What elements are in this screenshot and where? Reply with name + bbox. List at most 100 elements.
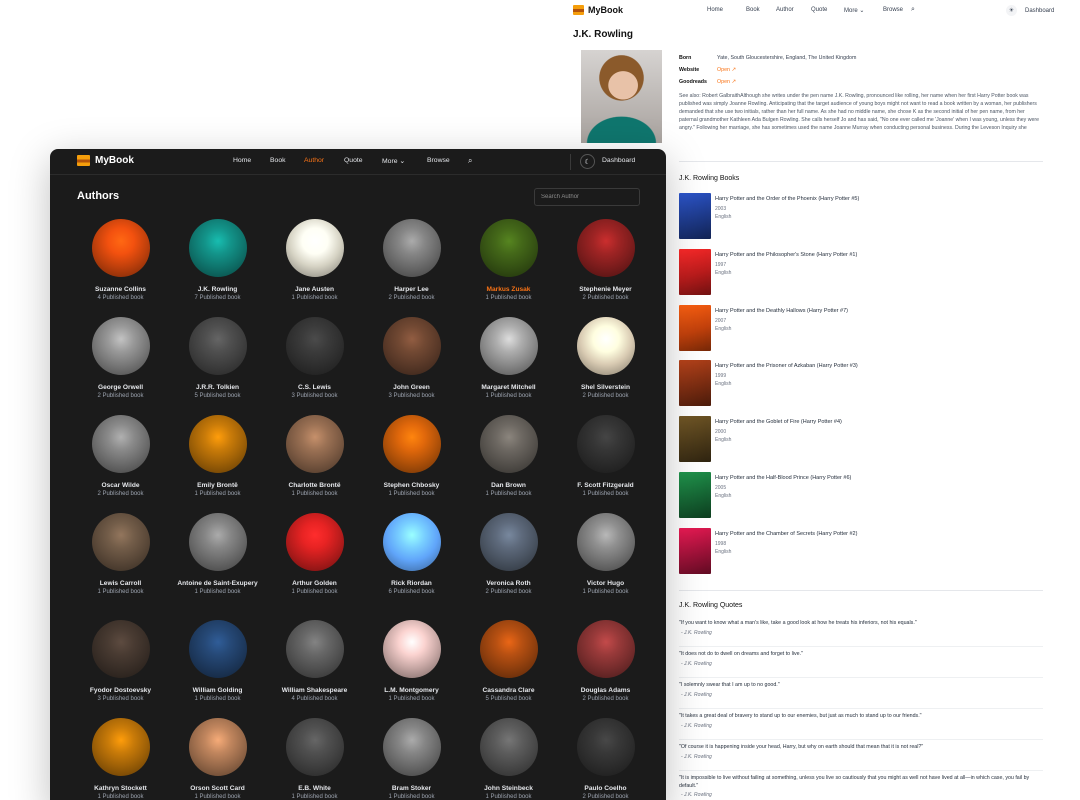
book-title[interactable]: Harry Potter and the Philosopher's Stone… (715, 252, 857, 258)
author-avatar[interactable] (382, 317, 441, 375)
author-name[interactable]: Emily Brontë (169, 481, 266, 490)
author-card[interactable]: William Golding 1 Published book (169, 620, 266, 702)
book-cover[interactable] (679, 248, 711, 295)
author-card[interactable]: Margaret Mitchell 1 Published book (460, 317, 557, 399)
author-card[interactable]: Markus Zusak 1 Published book (460, 219, 557, 301)
book-title[interactable]: Harry Potter and the Chamber of Secrets … (715, 531, 857, 537)
author-card[interactable]: John Steinbeck 1 Published book (460, 718, 557, 800)
author-name[interactable]: John Steinbeck (460, 784, 557, 793)
author-avatar[interactable] (576, 219, 635, 277)
author-name[interactable]: Oscar Wilde (72, 481, 169, 490)
book-cover[interactable] (679, 193, 711, 239)
book-cover[interactable] (679, 360, 711, 407)
author-card[interactable]: Victor Hugo 1 Published book (557, 513, 654, 595)
search-icon[interactable]: ⌕ (468, 156, 472, 166)
author-name[interactable]: Lewis Carroll (72, 579, 169, 588)
author-name[interactable]: C.S. Lewis (266, 383, 363, 392)
nav-browse[interactable]: Browse (883, 7, 913, 14)
nav-author[interactable]: Author (776, 7, 811, 14)
author-name[interactable]: William Golding (169, 686, 266, 695)
author-avatar[interactable] (188, 317, 247, 375)
author-avatar[interactable] (382, 219, 441, 277)
author-avatar[interactable] (285, 317, 344, 375)
author-avatar[interactable] (188, 219, 247, 277)
book-cover[interactable] (679, 416, 711, 463)
book-item[interactable]: Harry Potter and the Prisoner of Azkaban… (679, 360, 1039, 408)
author-avatar[interactable] (382, 415, 441, 473)
author-card[interactable]: Kathryn Stockett 1 Published book (72, 718, 169, 800)
author-name[interactable]: Margaret Mitchell (460, 383, 557, 392)
author-name[interactable]: Veronica Roth (460, 579, 557, 588)
author-name[interactable]: F. Scott Fitzgerald (557, 481, 654, 490)
author-name[interactable]: Stephen Chbosky (363, 481, 460, 490)
goodreads-link[interactable]: Open ↗ (717, 79, 736, 85)
book-title[interactable]: Harry Potter and the Deathly Hallows (Ha… (715, 308, 848, 314)
author-card[interactable]: J.R.R. Tolkien 5 Published book (169, 317, 266, 399)
author-name[interactable]: Douglas Adams (557, 686, 654, 695)
author-card[interactable]: William Shakespeare 4 Published book (266, 620, 363, 702)
author-name[interactable]: Bram Stoker (363, 784, 460, 793)
author-name[interactable]: Arthur Golden (266, 579, 363, 588)
book-item[interactable]: Harry Potter and the Chamber of Secrets … (679, 527, 1039, 576)
author-avatar[interactable] (479, 620, 538, 678)
author-name[interactable]: Orson Scott Card (169, 784, 266, 793)
author-card[interactable]: F. Scott Fitzgerald 1 Published book (557, 415, 654, 497)
author-avatar[interactable] (382, 513, 441, 571)
nav-more[interactable]: More ⌄ (844, 7, 883, 14)
author-card[interactable]: Lewis Carroll 1 Published book (72, 513, 169, 595)
author-card[interactable]: L.M. Montgomery 1 Published book (363, 620, 460, 702)
author-card[interactable]: John Green 3 Published book (363, 317, 460, 399)
author-card[interactable]: Orson Scott Card 1 Published book (169, 718, 266, 800)
author-name[interactable]: Kathryn Stockett (72, 784, 169, 793)
author-name[interactable]: Dan Brown (460, 481, 557, 490)
author-avatar[interactable] (91, 415, 150, 473)
author-avatar[interactable] (479, 415, 538, 473)
author-name[interactable]: Markus Zusak (460, 285, 557, 294)
author-name[interactable]: Jane Austen (266, 285, 363, 294)
author-card[interactable]: E.B. White 1 Published book (266, 718, 363, 800)
author-avatar[interactable] (188, 620, 247, 678)
author-avatar[interactable] (576, 620, 635, 678)
author-card[interactable]: Stephenie Meyer 2 Published book (557, 219, 654, 301)
author-avatar[interactable] (576, 415, 635, 473)
nav-author[interactable]: Author (304, 157, 324, 164)
author-name[interactable]: Shel Silverstein (557, 383, 654, 392)
author-card[interactable]: Shel Silverstein 2 Published book (557, 317, 654, 399)
author-avatar[interactable] (479, 513, 538, 571)
author-avatar[interactable] (91, 219, 150, 277)
search-author-input[interactable] (534, 188, 640, 206)
book-title[interactable]: Harry Potter and the Half-Blood Prince (… (715, 475, 851, 481)
author-name[interactable]: Stephenie Meyer (557, 285, 654, 294)
dashboard-link[interactable]: Dashboard (602, 157, 635, 164)
book-cover[interactable] (679, 304, 711, 351)
author-name[interactable]: Suzanne Collins (72, 285, 169, 294)
author-card[interactable]: Cassandra Clare 5 Published book (460, 620, 557, 702)
author-card[interactable]: Dan Brown 1 Published book (460, 415, 557, 497)
author-name[interactable]: Cassandra Clare (460, 686, 557, 695)
author-name[interactable]: Victor Hugo (557, 579, 654, 588)
author-avatar[interactable] (285, 219, 344, 277)
author-avatar[interactable] (91, 513, 150, 571)
author-avatar[interactable] (479, 317, 538, 375)
theme-toggle-icon[interactable]: ☀ (1006, 5, 1017, 16)
book-item[interactable]: Harry Potter and the Order of the Phoeni… (679, 193, 1039, 241)
brand-logo[interactable]: MyBook (573, 5, 623, 15)
author-name[interactable]: William Shakespeare (266, 686, 363, 695)
author-name[interactable]: Rick Riordan (363, 579, 460, 588)
search-icon[interactable]: ⌕ (911, 6, 915, 14)
author-avatar[interactable] (91, 317, 150, 375)
nav-quote[interactable]: Quote (811, 7, 844, 14)
author-card[interactable]: Harper Lee 2 Published book (363, 219, 460, 301)
author-name[interactable]: E.B. White (266, 784, 363, 793)
author-card[interactable]: Stephen Chbosky 1 Published book (363, 415, 460, 497)
nav-browse[interactable]: Browse (427, 157, 450, 164)
author-card[interactable]: Veronica Roth 2 Published book (460, 513, 557, 595)
book-item[interactable]: Harry Potter and the Goblet of Fire (Har… (679, 416, 1039, 464)
author-card[interactable]: C.S. Lewis 3 Published book (266, 317, 363, 399)
website-link[interactable]: Open ↗ (717, 67, 736, 73)
author-name[interactable]: Paulo Coelho (557, 784, 654, 793)
nav-home[interactable]: Home (707, 7, 746, 14)
author-card[interactable]: Antoine de Saint-Exupery 1 Published book (169, 513, 266, 595)
book-cover[interactable] (679, 527, 711, 574)
book-title[interactable]: Harry Potter and the Prisoner of Azkaban… (715, 363, 858, 369)
